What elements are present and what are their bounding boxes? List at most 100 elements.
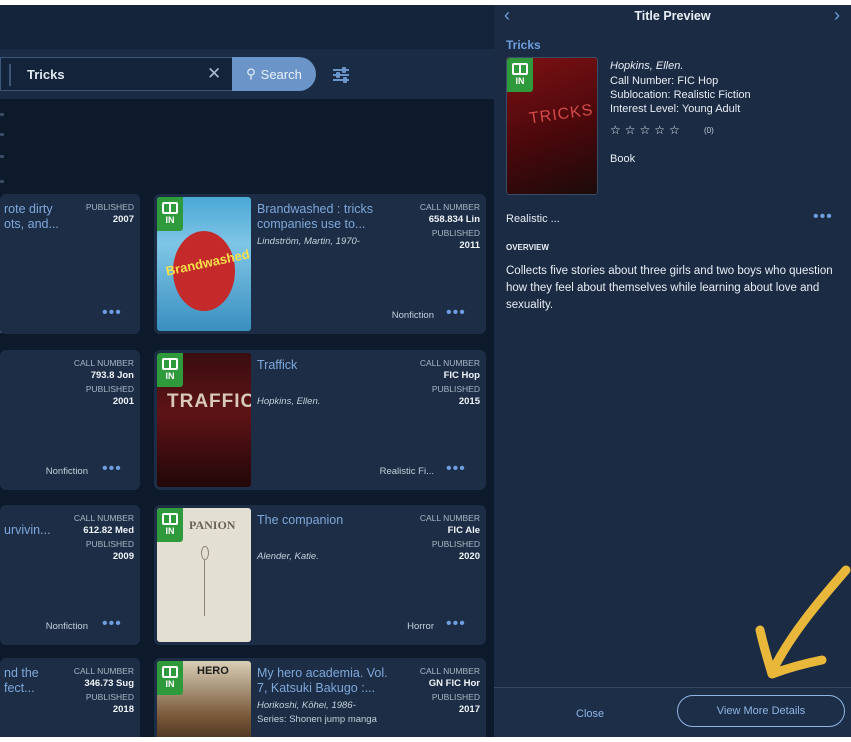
more-icon[interactable]: •••: [813, 208, 833, 226]
book-cover[interactable]: HERO IN: [157, 661, 251, 737]
search-input[interactable]: Tricks ✕: [0, 57, 232, 91]
availability-badge: IN: [507, 58, 533, 92]
book-icon: [162, 513, 178, 525]
clear-icon[interactable]: ✕: [207, 64, 221, 84]
result-card[interactable]: PANION IN The companion Alender, Katie. …: [154, 505, 486, 645]
preview-format: Book: [610, 153, 636, 165]
card-meta-value: FIC Hop: [443, 370, 480, 381]
preview-interest-level: Interest Level: Young Adult: [610, 103, 741, 115]
preview-sublocation: Sublocation: Realistic Fiction: [610, 89, 751, 101]
book-icon: [162, 202, 178, 214]
card-meta-label: CALL NUMBER: [419, 513, 480, 523]
card-meta-label: CALL NUMBER: [419, 202, 480, 212]
book-cover[interactable]: PANION IN: [157, 508, 251, 642]
card-series: Series: Shonen jump manga: [257, 714, 377, 725]
spoon-icon: [201, 546, 209, 560]
availability-badge: IN: [157, 197, 183, 231]
overview-text: Collects five stories about three girls …: [506, 265, 833, 311]
star-icon[interactable]: ☆☆☆☆☆: [610, 123, 684, 137]
card-meta-value: FIC Ale: [447, 525, 480, 536]
close-button[interactable]: Close: [576, 708, 604, 720]
card-meta-value: 612.82 Med: [83, 525, 134, 536]
filter-icon[interactable]: [333, 66, 349, 83]
panel-footer: Close View More Details: [494, 687, 851, 737]
spoon-handle: [204, 560, 205, 616]
card-meta-value: 2017: [458, 704, 480, 715]
card-meta-value: 2018: [112, 704, 134, 715]
panel-title: Title Preview: [634, 9, 711, 23]
card-meta-label: PUBLISHED: [85, 692, 134, 702]
card-title[interactable]: The companion: [257, 513, 397, 528]
rail-mark: [0, 180, 4, 183]
rail-mark: [0, 113, 4, 116]
preview-call-number: Call Number: FIC Hop: [610, 75, 719, 87]
rail-mark: [0, 155, 4, 158]
book-cover[interactable]: TRAFFICK IN: [157, 353, 251, 487]
more-icon[interactable]: •••: [102, 460, 122, 478]
rail-mark: [0, 133, 4, 136]
result-card[interactable]: TRAFFICK IN Traffick Hopkins, Ellen. CAL…: [154, 350, 486, 490]
card-title[interactable]: Traffick: [257, 358, 397, 373]
more-icon[interactable]: •••: [102, 615, 122, 633]
card-meta-label: PUBLISHED: [85, 539, 134, 549]
availability-label: IN: [165, 679, 175, 689]
result-card[interactable]: rote dirty ots, and... PUBLISHED 2007 ••…: [0, 194, 140, 334]
card-author: Hopkins, Ellen.: [257, 396, 321, 407]
preview-book-cover[interactable]: TRICKS IN: [506, 57, 598, 195]
availability-badge: IN: [157, 661, 183, 695]
cover-title: TRICKS: [528, 101, 595, 128]
card-meta-label: PUBLISHED: [431, 228, 480, 238]
overview-heading: OVERVIEW: [506, 243, 549, 252]
result-card[interactable]: CALL NUMBER 793.8 Jon PUBLISHED 2001 Non…: [0, 350, 140, 490]
card-author: Horikoshi, Kōhei, 1986-: [257, 700, 356, 711]
search-button-label: Search: [260, 66, 302, 82]
result-card[interactable]: HERO IN My hero academia. Vol. 7, Katsuk…: [154, 658, 486, 737]
book-icon: [512, 63, 528, 75]
card-meta-label: PUBLISHED: [431, 692, 480, 702]
card-meta-label: CALL NUMBER: [73, 513, 134, 523]
result-card[interactable]: urvivin... CALL NUMBER 612.82 Med PUBLIS…: [0, 505, 140, 645]
card-meta-value: 2015: [458, 396, 480, 407]
more-icon[interactable]: •••: [446, 460, 466, 478]
more-icon[interactable]: •••: [446, 304, 466, 322]
top-bar: [0, 5, 494, 49]
result-card[interactable]: Brandwashed IN Brandwashed : tricks comp…: [154, 194, 486, 334]
card-genre: Nonfiction: [45, 621, 88, 632]
availability-label: IN: [165, 526, 175, 536]
search-input-divider: [9, 64, 11, 86]
book-icon: [162, 358, 178, 370]
book-icon: [162, 666, 178, 678]
card-meta-value: 2011: [459, 240, 480, 251]
preview-title[interactable]: Tricks: [506, 38, 541, 52]
card-meta-value: 2020: [458, 551, 480, 562]
search-query: Tricks: [27, 67, 65, 82]
card-meta-label: PUBLISHED: [431, 539, 480, 549]
more-icon[interactable]: •••: [102, 304, 122, 322]
search-button[interactable]: ⚲ Search: [232, 57, 316, 91]
chevron-right-icon[interactable]: ›: [834, 5, 840, 26]
view-more-details-button[interactable]: View More Details: [677, 695, 845, 727]
card-genre: Horror: [407, 621, 434, 632]
availability-label: IN: [165, 215, 175, 225]
card-genre: Nonfiction: [391, 310, 434, 321]
card-meta-label: CALL NUMBER: [73, 358, 134, 368]
card-meta-label: PUBLISHED: [85, 384, 134, 394]
card-meta-value: 2009: [112, 551, 134, 562]
cover-title: TRAFFICK: [167, 391, 251, 412]
more-icon[interactable]: •••: [446, 615, 466, 633]
preview-author: Hopkins, Ellen.: [610, 60, 684, 72]
result-card[interactable]: nd the fect... CALL NUMBER 346.73 Sug PU…: [0, 658, 140, 737]
availability-badge: IN: [157, 353, 183, 387]
card-meta-label: CALL NUMBER: [419, 666, 480, 676]
card-meta-label: PUBLISHED: [85, 202, 134, 212]
card-title[interactable]: My hero academia. Vol. 7, Katsuki Bakugo…: [257, 666, 407, 696]
rating-count: (0): [704, 126, 714, 135]
card-meta-value: 658.834 Lin: [428, 214, 480, 225]
card-title[interactable]: Brandwashed : tricks companies use to...: [257, 202, 397, 232]
card-genre: Nonfiction: [45, 466, 88, 477]
catalog-app: Tricks ✕ ⚲ Search rote dirty ots, and...…: [0, 5, 851, 737]
cover-title: HERO: [197, 665, 229, 677]
preview-genre: Realistic ...: [506, 213, 560, 225]
book-cover[interactable]: Brandwashed IN: [157, 197, 251, 331]
search-icon: ⚲: [246, 66, 256, 81]
